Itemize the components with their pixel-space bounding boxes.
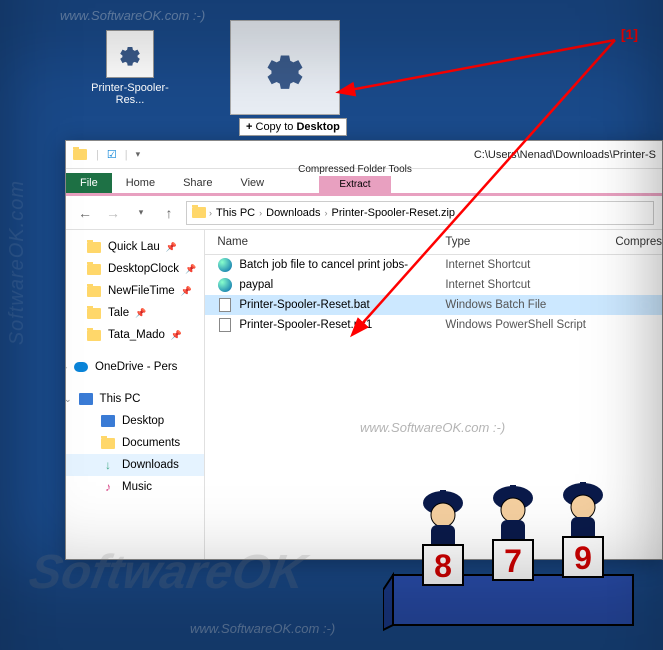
navigation-pane[interactable]: Quick Lau📌 DesktopClock📌 NewFileTime📌 Ta… — [66, 230, 205, 559]
pin-icon: 📌 — [181, 286, 192, 297]
file-row[interactable]: Printer-Spooler-Reset.ps1 Windows PowerS… — [205, 315, 662, 335]
svg-text:7: 7 — [504, 543, 522, 579]
desktop-shortcut[interactable]: Printer-Spooler-Res... — [80, 30, 180, 106]
address-bar[interactable]: › This PC › Downloads › Printer-Spooler-… — [186, 201, 654, 225]
nav-item-newfiletime[interactable]: NewFileTime📌 — [66, 280, 204, 302]
tooltip-action: Copy to — [256, 121, 294, 133]
watermark-vertical: SoftwareOK.com — [6, 180, 29, 345]
file-row-selected[interactable]: Printer-Spooler-Reset.bat Windows Batch … — [205, 295, 662, 315]
file-row[interactable]: Batch job file to cancel print jobs- Int… — [205, 255, 662, 275]
header-compressed[interactable]: Compres — [615, 236, 662, 248]
crumb-downloads[interactable]: Downloads — [264, 207, 322, 219]
window-title-path: C:\Users\Nenad\Downloads\Printer-S — [474, 149, 656, 161]
dropdown-icon[interactable]: ▾ — [136, 149, 141, 160]
forward-button[interactable]: → — [102, 202, 124, 224]
recent-button[interactable]: ▾ — [130, 202, 152, 224]
pin-icon: 📌 — [135, 308, 146, 319]
tooltip-target: Desktop — [296, 121, 339, 133]
chevron-right-icon: › — [66, 362, 67, 372]
drag-preview — [230, 20, 340, 115]
crumb-zip[interactable]: Printer-Spooler-Reset.zip — [330, 207, 458, 219]
tab-home[interactable]: Home — [112, 173, 169, 193]
tab-view[interactable]: View — [226, 173, 278, 193]
crumb-thispc[interactable]: This PC — [214, 207, 257, 219]
gears-icon — [260, 43, 310, 93]
shortcut-label: Printer-Spooler-Res... — [80, 82, 180, 106]
nav-item-desktop[interactable]: Desktop — [66, 410, 204, 432]
qat-divider: | — [125, 149, 128, 161]
gears-icon — [116, 40, 144, 68]
pin-icon: 📌 — [166, 242, 177, 253]
chevron-right-icon: › — [259, 208, 262, 218]
contextual-tab-title: Compressed Folder Tools — [298, 163, 412, 176]
checkbox-icon[interactable]: ☑ — [107, 148, 117, 161]
watermark-text: www.SoftwareOK.com :-) — [190, 621, 335, 636]
nav-item-music[interactable]: ♪Music — [66, 476, 204, 498]
tab-file[interactable]: File — [66, 173, 112, 193]
shortcut-icon — [106, 30, 154, 78]
chevron-right-icon: › — [325, 208, 328, 218]
chevron-right-icon: › — [209, 208, 212, 218]
navbar: ← → ▾ ↑ › This PC › Downloads › Printer-… — [66, 196, 662, 230]
back-button[interactable]: ← — [74, 202, 96, 224]
nav-item-documents[interactable]: Documents — [66, 432, 204, 454]
qat-divider: | — [96, 149, 99, 161]
nav-item-tale[interactable]: Tale📌 — [66, 302, 204, 324]
nav-item-onedrive[interactable]: ›OneDrive - Pers — [66, 356, 204, 378]
judges-cartoon: 8 7 9 — [383, 455, 643, 640]
folder-icon — [72, 147, 88, 163]
zip-icon — [191, 205, 207, 221]
watermark-text: www.SoftwareOK.com :-) — [60, 8, 205, 23]
tab-extract[interactable]: Extract — [319, 176, 390, 193]
header-name[interactable]: Name — [205, 236, 445, 248]
plus-icon: + — [246, 121, 252, 133]
file-row[interactable]: paypal Internet Shortcut — [205, 275, 662, 295]
annotation-label: [1] — [621, 26, 638, 42]
pin-icon: 📌 — [171, 330, 182, 341]
ps1-file-icon — [217, 317, 233, 333]
internet-shortcut-icon — [217, 257, 233, 273]
nav-item-downloads[interactable]: ↓Downloads — [66, 454, 204, 476]
pin-icon: 📌 — [185, 264, 196, 275]
column-headers[interactable]: Name Type Compres — [205, 230, 662, 255]
internet-shortcut-icon — [217, 277, 233, 293]
chevron-down-icon: ⌄ — [66, 394, 72, 405]
download-icon: ↓ — [100, 457, 116, 473]
bat-file-icon — [217, 297, 233, 313]
copy-tooltip: + Copy to Desktop — [239, 118, 347, 136]
nav-item-quick[interactable]: Quick Lau📌 — [66, 236, 204, 258]
up-button[interactable]: ↑ — [158, 202, 180, 224]
svg-text:9: 9 — [574, 540, 592, 576]
nav-item-thispc[interactable]: ⌄This PC — [66, 388, 204, 410]
ribbon-tabs: File Home Share View Compressed Folder T… — [66, 169, 662, 193]
tab-share[interactable]: Share — [169, 173, 226, 193]
nav-item-desktopclock[interactable]: DesktopClock📌 — [66, 258, 204, 280]
nav-item-tata[interactable]: Tata_Mado📌 — [66, 324, 204, 346]
music-icon: ♪ — [100, 479, 116, 495]
header-type[interactable]: Type — [445, 236, 615, 248]
svg-text:8: 8 — [434, 548, 452, 584]
